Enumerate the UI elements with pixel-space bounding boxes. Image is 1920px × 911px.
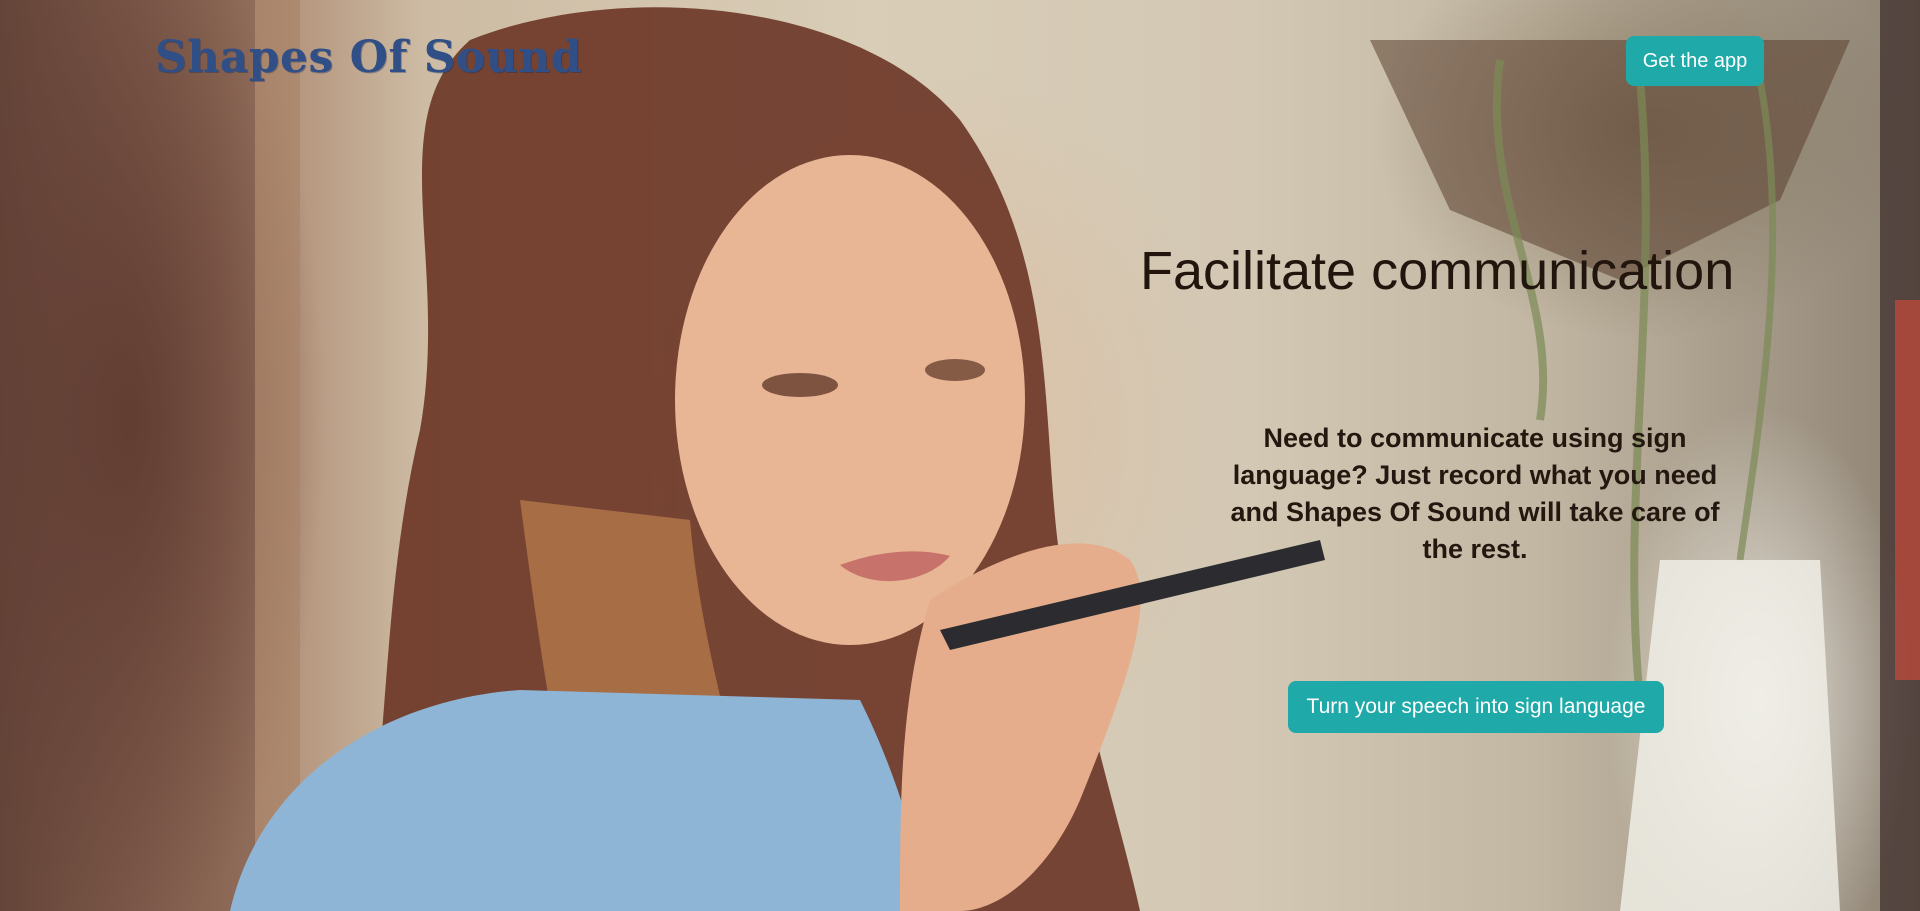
background-shelf (0, 0, 300, 911)
hand-shape (900, 543, 1141, 911)
window-frame (1880, 0, 1920, 911)
shirt-shape (230, 690, 930, 911)
lantern-shape (1620, 560, 1840, 911)
face-shape (675, 155, 1025, 645)
hair-highlight (520, 500, 780, 911)
get-app-button[interactable]: Get the app (1626, 36, 1764, 86)
hair-shape (360, 7, 1140, 911)
eye-shape (925, 359, 985, 381)
red-sign (1895, 300, 1920, 680)
hero-description: Need to communicate using sign language?… (1230, 423, 1720, 564)
landing-page: Shapes Of Sound Get the app Facilitate c… (0, 0, 1920, 911)
background-frame (255, 0, 300, 911)
plant-tendril (1736, 79, 1777, 561)
hero-title: Facilitate communication (1140, 241, 1735, 301)
speech-to-sign-button[interactable]: Turn your speech into sign language (1288, 681, 1664, 733)
site-logo[interactable]: Shapes Of Sound (155, 32, 582, 83)
plant-tendril (1630, 79, 1650, 701)
eye-shape (762, 373, 838, 397)
lips-shape (840, 551, 950, 582)
